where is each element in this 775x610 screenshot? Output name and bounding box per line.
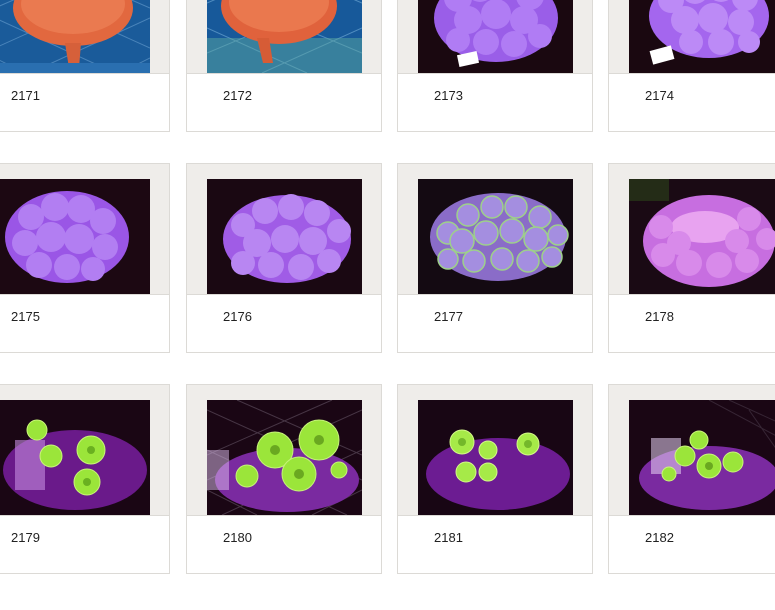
product-card[interactable]: 2171 <box>0 0 170 132</box>
product-id-label: 2181 <box>434 530 463 545</box>
photo-frame <box>398 164 592 295</box>
photo-frame <box>187 164 381 295</box>
product-id-label: 2179 <box>11 530 40 545</box>
product-card[interactable]: 2182 <box>608 384 775 574</box>
photo-frame <box>187 385 381 516</box>
green-mushroom-coral-icon <box>418 400 573 515</box>
product-photo[interactable] <box>629 400 775 515</box>
green-tip-bubble-coral-icon <box>418 179 573 294</box>
photo-frame <box>609 385 775 516</box>
product-id-label: 2173 <box>434 88 463 103</box>
product-id-label: 2182 <box>645 530 674 545</box>
product-id-label: 2180 <box>223 530 252 545</box>
photo-frame <box>0 0 169 74</box>
product-photo[interactable] <box>418 179 573 294</box>
product-id-label: 2178 <box>645 309 674 324</box>
photo-frame <box>187 0 381 74</box>
purple-bubble-coral-icon <box>629 0 775 73</box>
product-card[interactable]: 2176 <box>186 163 382 353</box>
product-card[interactable]: 2175 <box>0 163 170 353</box>
product-card[interactable]: 2179 <box>0 384 170 574</box>
product-card[interactable]: 2174 <box>608 0 775 132</box>
product-photo[interactable] <box>207 400 362 515</box>
product-card[interactable]: 2173 <box>397 0 593 132</box>
product-card[interactable]: 2172 <box>186 0 382 132</box>
product-photo[interactable] <box>418 0 573 73</box>
red-sea-fan-coral-icon <box>0 0 150 73</box>
product-photo[interactable] <box>418 400 573 515</box>
purple-bubble-coral-icon <box>418 0 573 73</box>
pink-bubble-coral-icon <box>629 179 775 294</box>
product-card[interactable]: 2181 <box>397 384 593 574</box>
red-sea-fan-coral-icon <box>207 0 362 73</box>
green-mushroom-coral-icon <box>0 400 150 515</box>
purple-bubble-coral-icon <box>0 179 150 294</box>
product-id-label: 2177 <box>434 309 463 324</box>
photo-frame <box>398 385 592 516</box>
product-photo[interactable] <box>0 179 150 294</box>
photo-frame <box>609 164 775 295</box>
product-photo[interactable] <box>629 0 775 73</box>
product-id-label: 2171 <box>11 88 40 103</box>
product-id-label: 2176 <box>223 309 252 324</box>
product-id-label: 2172 <box>223 88 252 103</box>
product-photo[interactable] <box>0 0 150 73</box>
photo-frame <box>0 385 169 516</box>
product-card[interactable]: 2177 <box>397 163 593 353</box>
photo-frame <box>0 164 169 295</box>
product-photo[interactable] <box>0 400 150 515</box>
green-mushroom-coral-icon <box>629 400 775 515</box>
photo-frame <box>609 0 775 74</box>
green-mushroom-coral-icon <box>207 400 362 515</box>
product-card[interactable]: 2180 <box>186 384 382 574</box>
purple-bubble-coral-icon <box>207 179 362 294</box>
product-photo[interactable] <box>629 179 775 294</box>
product-grid: 2171 2172 2173 2174 2175 2176 2177 2178 … <box>0 0 775 610</box>
product-photo[interactable] <box>207 0 362 73</box>
product-card[interactable]: 2178 <box>608 163 775 353</box>
product-id-label: 2174 <box>645 88 674 103</box>
product-id-label: 2175 <box>11 309 40 324</box>
photo-frame <box>398 0 592 74</box>
product-photo[interactable] <box>207 179 362 294</box>
